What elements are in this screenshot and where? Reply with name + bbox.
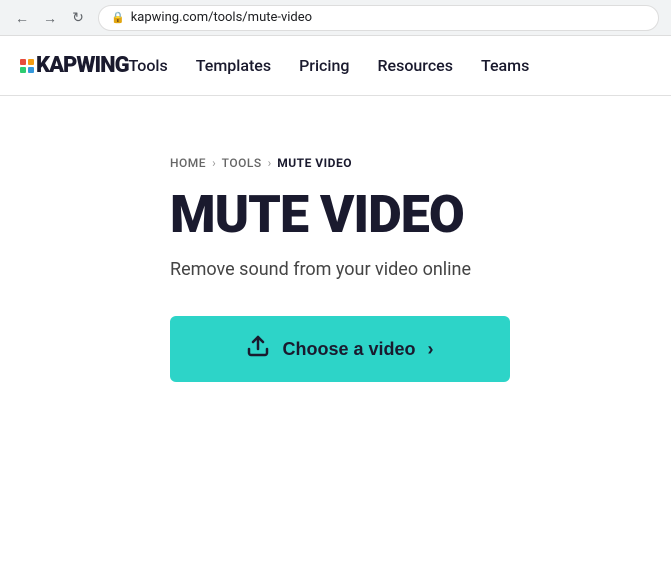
breadcrumb: HOME › TOOLS › MUTE VIDEO (170, 156, 352, 170)
lock-icon: 🔒 (111, 11, 125, 24)
breadcrumb-current: MUTE VIDEO (277, 156, 352, 170)
nav-item-pricing[interactable]: Pricing (299, 56, 349, 75)
upload-icon (246, 334, 270, 364)
logo-text: KAPWING (36, 53, 129, 78)
back-button[interactable]: ← (12, 8, 32, 28)
nav-item-tools[interactable]: Tools (129, 56, 168, 75)
url-text: kapwing.com/tools/mute-video (131, 10, 312, 25)
forward-button[interactable]: → (40, 8, 60, 28)
nav-item-templates[interactable]: Templates (196, 56, 271, 75)
nav-links: Tools Templates Pricing Resources Teams (129, 56, 530, 75)
nav-link-resources: Resources (377, 56, 453, 75)
breadcrumb-tools[interactable]: TOOLS (222, 156, 262, 170)
breadcrumb-home[interactable]: HOME (170, 156, 206, 170)
browser-chrome: ← → ↻ 🔒 kapwing.com/tools/mute-video (0, 0, 671, 36)
cta-label: Choose a video (282, 339, 415, 360)
logo[interactable]: KAPWING (20, 53, 129, 78)
main-content: HOME › TOOLS › MUTE VIDEO MUTE VIDEO Rem… (0, 96, 671, 442)
address-bar[interactable]: 🔒 kapwing.com/tools/mute-video (98, 5, 659, 31)
logo-squares (20, 59, 34, 73)
nav-item-resources[interactable]: Resources (377, 56, 453, 75)
nav-link-pricing: Pricing (299, 56, 349, 75)
nav-link-teams: Teams (481, 56, 529, 75)
nav-link-tools: Tools (129, 56, 168, 75)
breadcrumb-separator-2: › (268, 156, 272, 170)
choose-video-button[interactable]: Choose a video › (170, 316, 510, 382)
chevron-right-icon: › (428, 339, 434, 360)
nav-link-templates: Templates (196, 56, 271, 75)
browser-nav-buttons: ← → ↻ (12, 8, 88, 28)
page-subtitle: Remove sound from your video online (170, 259, 471, 280)
navbar: KAPWING Tools Templates Pricing Resource… (0, 36, 671, 96)
page-title: MUTE VIDEO (170, 186, 464, 243)
nav-item-teams[interactable]: Teams (481, 56, 529, 75)
breadcrumb-separator-1: › (212, 156, 216, 170)
reload-button[interactable]: ↻ (68, 8, 88, 28)
